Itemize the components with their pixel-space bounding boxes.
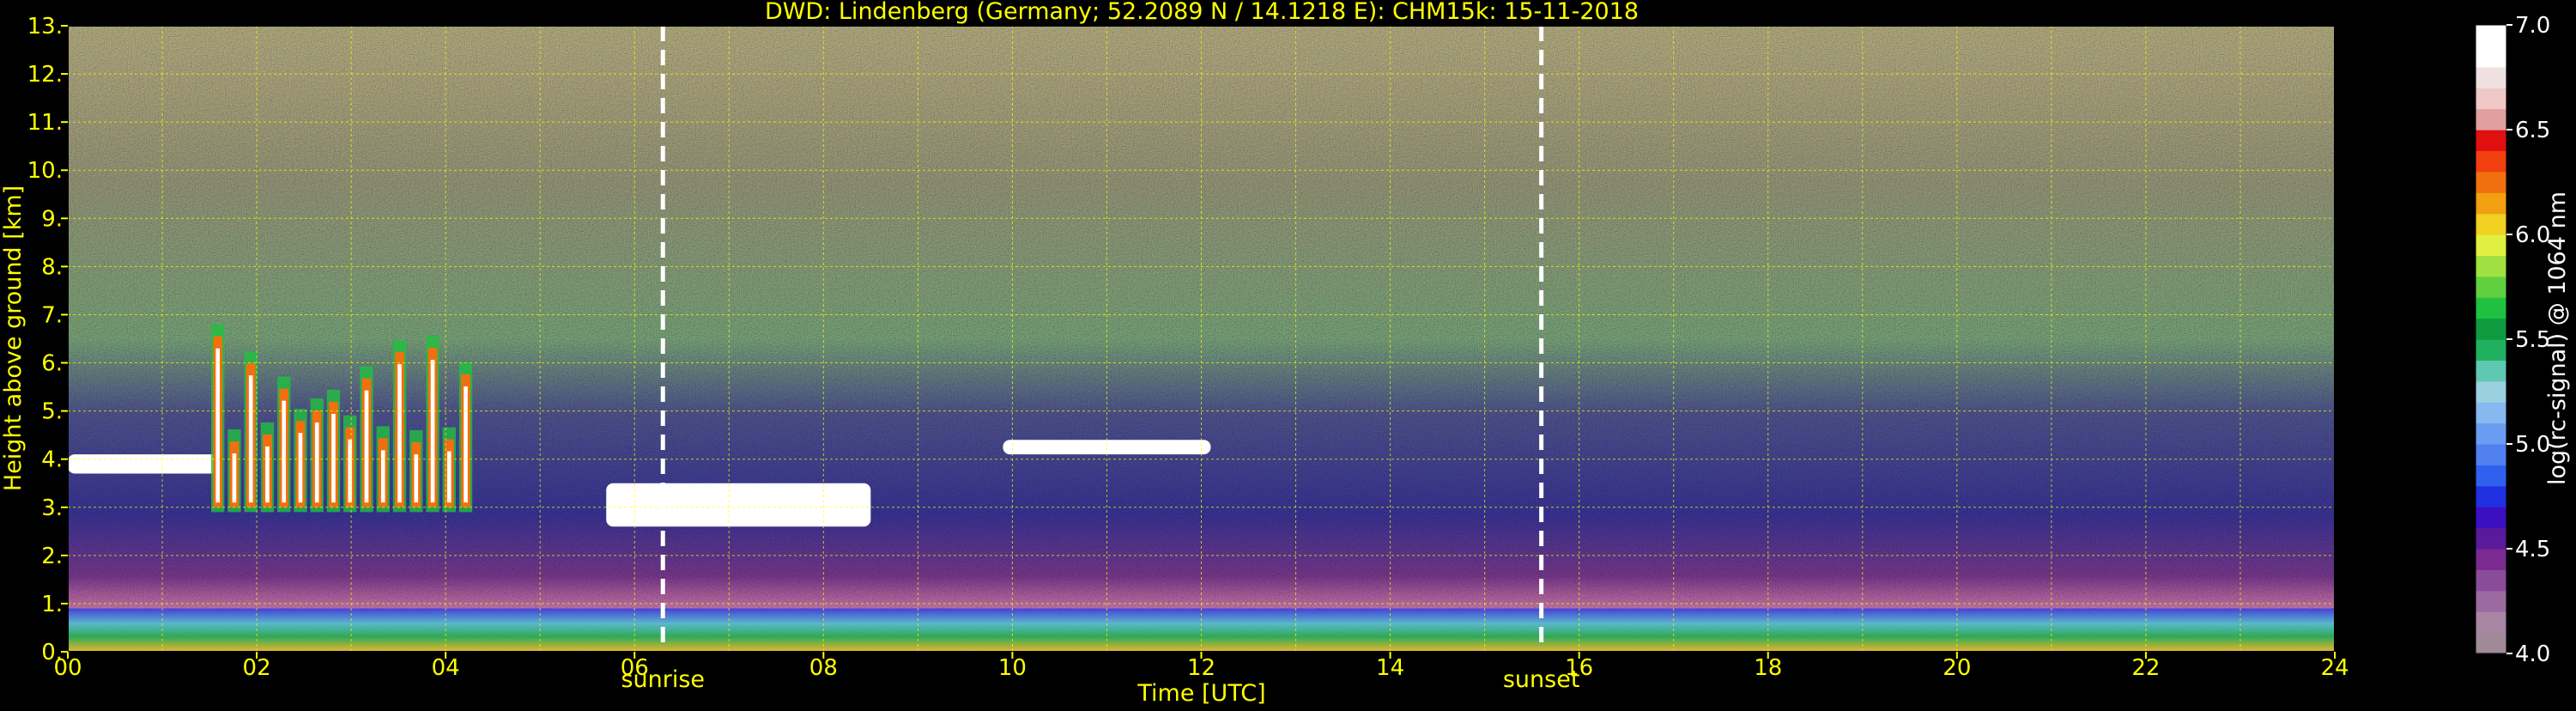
colorbar-segment (2476, 213, 2506, 235)
colorbar-segment (2476, 297, 2506, 319)
fallstreak-core (298, 433, 303, 503)
colorbar-tick-label: 6.5 (2515, 118, 2550, 143)
fallstreak-core (331, 413, 336, 503)
fallstreak-core (215, 348, 221, 503)
x-tick-label: 08 (809, 655, 838, 681)
y-tick-label: 5. (41, 399, 63, 425)
x-tick-label: 10 (998, 655, 1027, 681)
colorbar-segment (2476, 339, 2506, 361)
colorbar-segment (2476, 88, 2506, 110)
y-tick-label: 12. (27, 62, 63, 88)
colorbar-segment (2476, 130, 2506, 151)
fallstreak-core (380, 450, 385, 503)
colorbar-segment (2476, 46, 2506, 68)
colorbar-label: log(rc-signal) @ 1064 nm (2544, 191, 2571, 485)
colorbar-segment (2476, 632, 2506, 654)
fallstreak-core (232, 453, 237, 503)
chart-stage: sunrise sunset 0. 1. 2. 3. 4. 5. 6. 7. 8. 9. 10. 11.… (0, 0, 2576, 708)
colorbar-segment (2476, 611, 2506, 634)
colorbar-segment (2476, 444, 2506, 465)
feature-cloud-2 (606, 483, 871, 527)
x-tick-label: 00 (53, 655, 82, 681)
y-tick-label: 8. (41, 254, 63, 280)
colorbar-segment (2476, 192, 2506, 215)
colorbar-segment (2476, 171, 2506, 193)
fallstreak-core (430, 360, 435, 503)
colorbar-segment (2476, 66, 2506, 88)
fallstreak-core (265, 446, 270, 503)
colorbar-segment (2476, 569, 2506, 592)
colorbar-segment (2476, 108, 2506, 131)
colorbar-tick-label: 4.0 (2515, 641, 2550, 667)
y-tick-label: 4. (41, 447, 63, 473)
x-tick-label: 06 (621, 655, 649, 681)
colorbar-segment (2476, 234, 2506, 256)
x-tick-label: 22 (2131, 655, 2160, 681)
fallstreak-core (248, 375, 253, 503)
colorbar-segment (2476, 255, 2506, 277)
x-tick-label: 24 (2320, 655, 2349, 681)
y-tick-label: 11. (27, 110, 63, 136)
fallstreak-core (464, 386, 468, 503)
colorbar-segment (2476, 549, 2506, 570)
ceilometer-chart: sunrise sunset 0.1.2.3.4.5.6.7.8.9.10.11.… (0, 0, 2571, 707)
colorbar-tick-label: 7.0 (2515, 13, 2550, 39)
colorbar-segment (2476, 507, 2506, 529)
colorbar-segment (2476, 150, 2506, 173)
feature-cloud-0 (68, 454, 220, 474)
colorbar-segment (2476, 527, 2506, 550)
y-tick-label: 3. (41, 495, 63, 521)
fallstreak-core (314, 422, 319, 503)
x-tick-label: 02 (243, 655, 271, 681)
colorbar-segment (2476, 380, 2506, 403)
x-tick-label: 12 (1187, 655, 1215, 681)
fallstreak-core (282, 400, 287, 503)
colorbar-segment (2476, 25, 2506, 46)
x-tick-label: 14 (1376, 655, 1404, 681)
colorbar-segment (2476, 360, 2506, 382)
x-tick-label: 04 (432, 655, 460, 681)
fallstreak-core (414, 454, 419, 503)
y-tick-label: 6. (41, 351, 63, 377)
x-axis-label: Time [UTC] (1136, 680, 1265, 707)
y-axis-label: Height above ground [km] (0, 185, 27, 491)
x-tick-label: 20 (1943, 655, 1971, 681)
colorbar: 4.04.55.05.56.06.57.0 (2475, 13, 2550, 667)
colorbar-segment (2476, 276, 2506, 298)
y-tick-label: 7. (41, 302, 63, 328)
y-tick-label: 13. (27, 14, 63, 40)
x-tick-label: 16 (1565, 655, 1593, 681)
y-tick-label: 2. (41, 544, 63, 569)
y-tick-label: 10. (27, 158, 63, 184)
colorbar-segment (2476, 422, 2506, 445)
colorbar-segment (2476, 590, 2506, 612)
colorbar-segment (2476, 402, 2506, 424)
fallstreak-core (364, 390, 369, 503)
y-tick-label: 1. (41, 592, 63, 617)
colorbar-segment (2476, 465, 2506, 487)
chart-title: DWD: Lindenberg (Germany; 52.2089 N / 14… (765, 0, 1639, 25)
feature-cloud-3 (1003, 440, 1211, 455)
colorbar-tick-label: 4.5 (2515, 537, 2550, 562)
fallstreak-core (397, 364, 402, 503)
y-tick-label: 9. (41, 206, 63, 232)
x-tick-label: 18 (1754, 655, 1782, 681)
colorbar-segment (2476, 318, 2506, 340)
colorbar-segment (2476, 485, 2506, 507)
